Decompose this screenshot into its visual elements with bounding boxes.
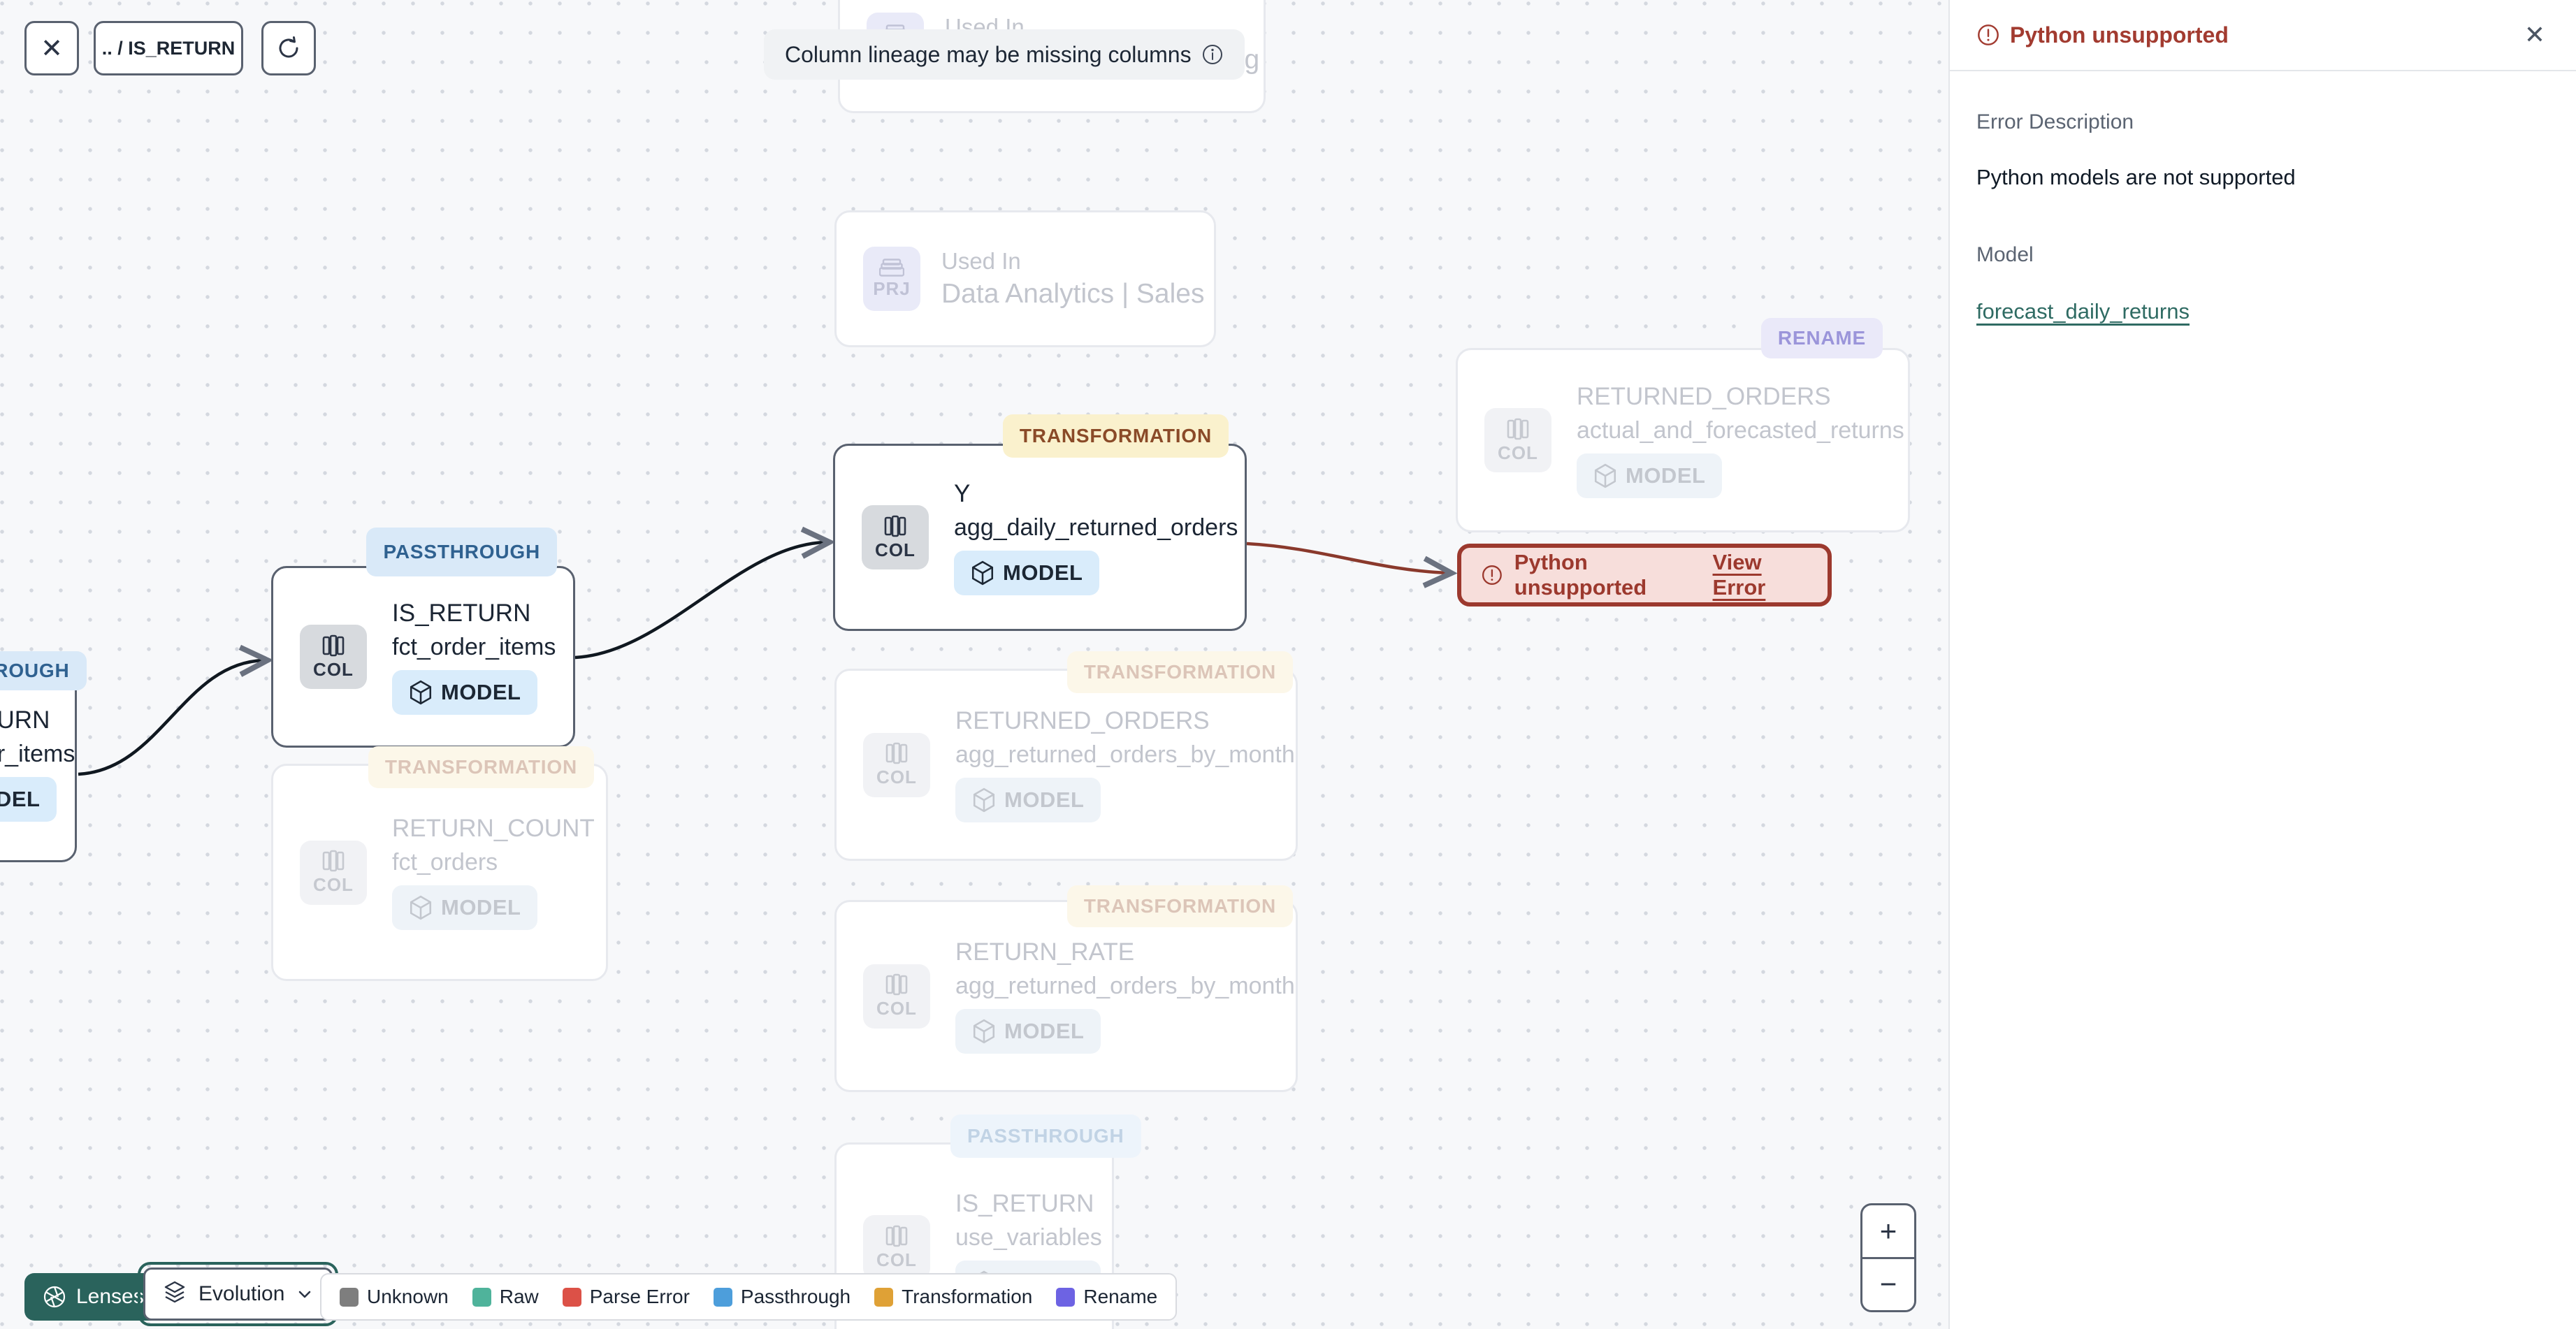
legend-swatch — [562, 1287, 581, 1307]
zoom-out-button[interactable]: − — [1862, 1259, 1914, 1311]
lens-dropdown-ring: Evolution — [138, 1262, 339, 1326]
model-chip: MODEL — [0, 776, 57, 822]
model-label: Model — [1976, 243, 2034, 266]
node-returned-orders-by-month[interactable]: TRANSFORMATION COL RETURNED_ORDERS agg_r… — [834, 651, 1298, 861]
node-is-return-left-clipped[interactable]: PASSTHROUGH COL IS_RETURN fct_order_item… — [0, 651, 87, 862]
error-node-label: Python unsupported — [1514, 550, 1647, 600]
node-title: RETURNED_ORDERS — [955, 707, 1210, 734]
node-subtitle: agg_returned_orders_by_month — [955, 741, 1295, 768]
node-is-return-fct-order-items[interactable]: PASSTHROUGH COL IS_RETURN fct_order_item… — [271, 528, 575, 748]
panel-header: Python unsupported ✕ — [1950, 0, 2576, 71]
node-subtitle: fct_order_items — [0, 740, 75, 767]
node-title: Used In — [941, 248, 1021, 274]
legend-item-parse-error: Parse Error — [562, 1286, 690, 1308]
lineage-notice: Column lineage may be missing columns — [764, 29, 1245, 80]
legend-swatch — [874, 1287, 894, 1307]
column-icon: COL — [1484, 408, 1551, 472]
panel-close-button[interactable]: ✕ — [2524, 20, 2545, 50]
model-link[interactable]: forecast_daily_returns — [1976, 299, 2190, 324]
node-title: IS_RETURN — [955, 1189, 1094, 1217]
node-subtitle: agg_daily_returned_orders — [954, 514, 1238, 541]
aperture-icon — [43, 1286, 66, 1308]
node-subtitle: use_variables — [955, 1223, 1102, 1251]
node-title: IS_RETURN — [392, 599, 531, 627]
node-title: RETURN_RATE — [955, 938, 1135, 966]
lens-dropdown[interactable]: Evolution — [143, 1268, 333, 1321]
model-chip: MODEL — [1577, 453, 1723, 498]
error-description-value: Python models are not supported — [1976, 165, 2296, 189]
node-used-in-sales[interactable]: PRJ Used In Data Analytics | Sales — [834, 210, 1216, 347]
legend-item-transformation: Transformation — [874, 1286, 1032, 1308]
column-icon: COL — [862, 505, 929, 569]
model-chip: MODEL — [954, 550, 1100, 595]
transformation-badge: TRANSFORMATION — [1066, 651, 1293, 693]
view-error-link[interactable]: View Error — [1713, 550, 1808, 600]
zoom-in-button[interactable]: + — [1862, 1205, 1914, 1259]
warning-icon — [1482, 565, 1502, 585]
passthrough-badge: PASSTHROUGH — [366, 528, 557, 576]
node-title: IS_RETURN — [0, 706, 50, 734]
node-title: Y — [954, 479, 971, 507]
node-y-agg-daily-returned-orders[interactable]: TRANSFORMATION COL Y agg_daily_returned_… — [833, 414, 1247, 631]
legend-swatch — [340, 1287, 359, 1307]
model-chip: MODEL — [392, 885, 538, 930]
passthrough-badge: PASSTHROUGH — [950, 1114, 1141, 1158]
close-icon: ✕ — [41, 34, 63, 64]
passthrough-badge: PASSTHROUGH — [0, 651, 87, 690]
refresh-button[interactable] — [261, 21, 316, 75]
warning-icon — [1978, 24, 1999, 45]
node-subtitle: fct_orders — [392, 849, 498, 876]
transformation-badge: TRANSFORMATION — [1066, 885, 1293, 927]
breadcrumb[interactable]: .. / IS_RETURN — [94, 21, 243, 75]
node-return-count[interactable]: TRANSFORMATION COL RETURN_COUNT fct_orde… — [271, 746, 608, 981]
node-subtitle: actual_and_forecasted_returns — [1577, 416, 1904, 444]
refresh-icon — [279, 36, 298, 58]
node-subtitle: Data Analytics | Sales — [941, 279, 1205, 309]
node-title: RETURNED_ORDERS — [1577, 382, 1831, 410]
project-icon: PRJ — [863, 247, 920, 311]
legend-swatch — [713, 1287, 732, 1307]
legend-item-rename: Rename — [1056, 1286, 1157, 1308]
chevron-down-icon — [299, 1291, 311, 1298]
column-icon: COL — [863, 732, 930, 797]
layers-icon — [164, 1281, 185, 1303]
column-icon: COL — [863, 1215, 930, 1279]
legend-item-unknown: Unknown — [340, 1286, 449, 1308]
error-detail-panel: Python unsupported ✕ Error Description P… — [1948, 0, 2576, 1329]
panel-body: Error Description Python models are not … — [1950, 71, 2576, 363]
legend-item-passthrough: Passthrough — [713, 1286, 851, 1308]
model-chip: MODEL — [392, 669, 538, 715]
model-chip: MODEL — [955, 778, 1101, 822]
node-returned-orders-forecasted[interactable]: RENAME COL RETURNED_ORDERS actual_and_fo… — [1456, 318, 1910, 532]
node-title: RETURN_COUNT — [392, 815, 595, 842]
notice-text: Column lineage may be missing columns — [785, 41, 1192, 67]
close-lineage-button[interactable]: ✕ — [24, 21, 79, 75]
legend-swatch — [1056, 1287, 1076, 1307]
info-icon[interactable] — [1201, 43, 1224, 66]
lineage-app: PRJ Used In Data Analytics | Marketing P… — [0, 0, 2576, 1329]
legend-swatch — [472, 1287, 491, 1307]
legend-item-raw: Raw — [472, 1286, 539, 1308]
transformation-badge: TRANSFORMATION — [1002, 414, 1229, 458]
node-subtitle: fct_order_items — [392, 633, 556, 660]
column-icon: COL — [300, 840, 367, 905]
zoom-controls: + − — [1860, 1203, 1916, 1312]
error-description-label: Error Description — [1976, 110, 2134, 133]
transformation-badge: TRANSFORMATION — [368, 746, 594, 788]
model-chip: MODEL — [955, 1009, 1101, 1054]
rename-badge: RENAME — [1760, 318, 1883, 358]
column-icon: COL — [300, 625, 367, 689]
node-subtitle: agg_returned_orders_by_month — [955, 973, 1295, 999]
panel-title: Python unsupported — [1976, 22, 2229, 48]
lens-legend: Unknown Raw Parse Error Passthrough Tran… — [320, 1273, 1178, 1321]
node-python-unsupported-error[interactable]: Python unsupported View Error — [1457, 544, 1832, 607]
node-return-rate[interactable]: TRANSFORMATION COL RETURN_RATE agg_retur… — [834, 885, 1298, 1092]
column-icon: COL — [863, 964, 930, 1029]
